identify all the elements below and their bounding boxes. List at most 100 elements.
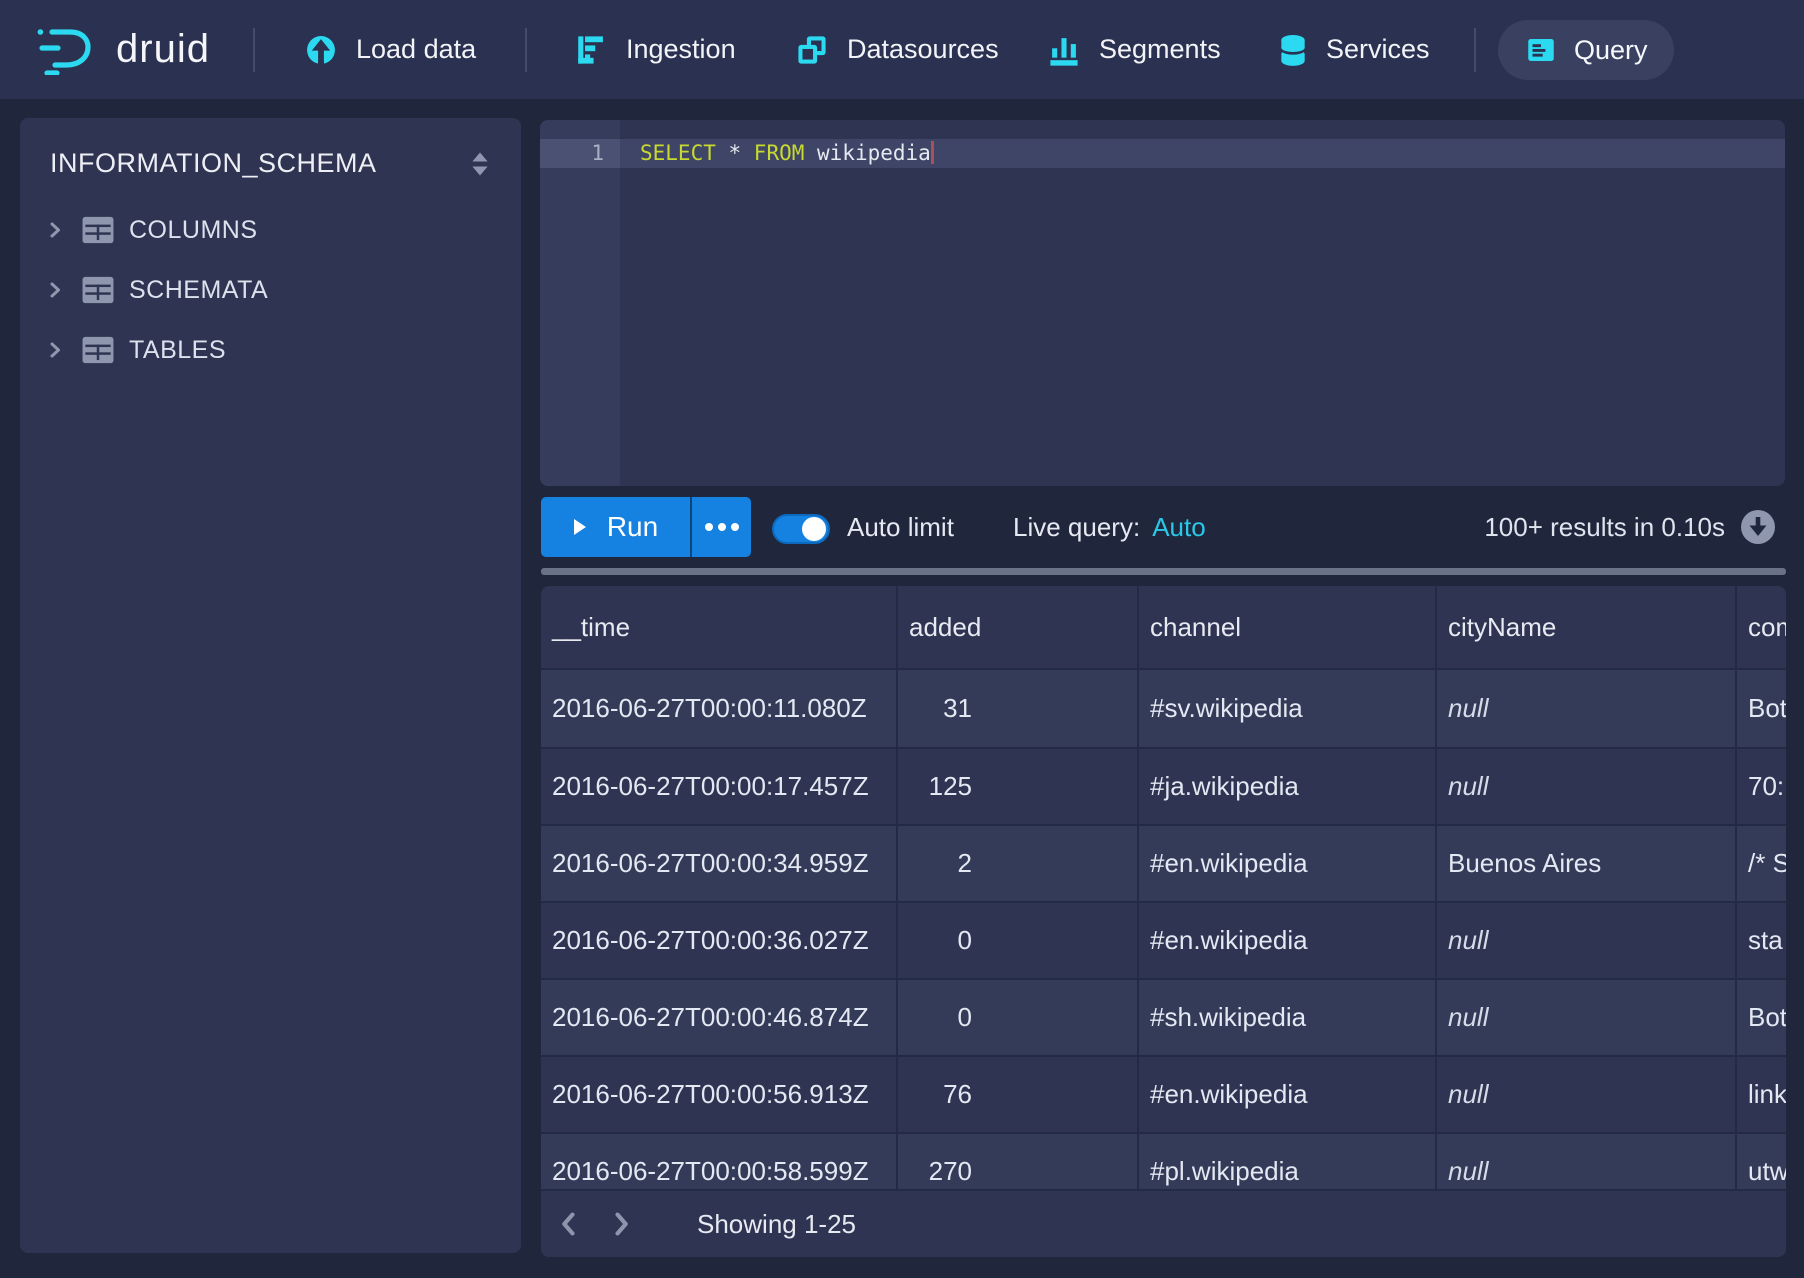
next-page-button[interactable] (599, 1202, 643, 1246)
table-row[interactable]: 2016-06-27T00:00:34.959Z 2 #en.wikipedia… (541, 824, 1786, 901)
panel-resize-handle[interactable] (541, 568, 1786, 575)
cell-time[interactable]: 2016-06-27T00:00:34.959Z (541, 826, 898, 901)
live-query-control[interactable]: Live query: Auto (1013, 497, 1206, 557)
chevron-right-icon[interactable] (45, 280, 65, 300)
cell-comment[interactable]: 70: (1737, 749, 1786, 824)
druid-logo[interactable]: druid (36, 0, 210, 99)
run-more-button[interactable] (690, 497, 751, 557)
cell-cityname[interactable]: null (1437, 670, 1737, 747)
results-table: __time added channel cityName comment 20… (541, 586, 1786, 1257)
cell-channel[interactable]: #en.wikipedia (1139, 1057, 1437, 1132)
results-body: 2016-06-27T00:00:11.080Z 31 #sv.wikipedi… (541, 670, 1786, 1209)
ingestion-icon (574, 33, 608, 67)
nav-item-services[interactable]: Services (1278, 0, 1430, 99)
auto-limit-toggle[interactable] (772, 514, 830, 544)
cell-time[interactable]: 2016-06-27T00:00:11.080Z (541, 670, 898, 747)
cell-channel[interactable]: #sv.wikipedia (1139, 670, 1437, 747)
cell-cityname[interactable]: null (1437, 903, 1737, 978)
sql-text[interactable]: SELECT * FROM wikipedia (640, 139, 934, 168)
table-row[interactable]: 2016-06-27T00:00:17.457Z 125 #ja.wikiped… (541, 747, 1786, 824)
cell-comment[interactable]: Bot (1737, 980, 1786, 1055)
cell-time[interactable]: 2016-06-27T00:00:36.027Z (541, 903, 898, 978)
cell-time[interactable]: 2016-06-27T00:00:46.874Z (541, 980, 898, 1055)
cell-added[interactable]: 2 (898, 826, 1139, 901)
column-header-comment[interactable]: comment (1737, 586, 1786, 668)
play-icon (573, 518, 587, 536)
schema-selector[interactable]: INFORMATION_SCHEMA (20, 118, 521, 203)
schema-title: INFORMATION_SCHEMA (50, 148, 377, 179)
run-split-button: Run (541, 497, 751, 557)
table-row[interactable]: 2016-06-27T00:00:36.027Z 0 #en.wikipedia… (541, 901, 1786, 978)
cell-time[interactable]: 2016-06-27T00:00:17.457Z (541, 749, 898, 824)
chevron-right-icon[interactable] (45, 340, 65, 360)
query-icon (1524, 33, 1558, 67)
cell-comment[interactable]: sta (1737, 903, 1786, 978)
cell-comment[interactable]: link (1737, 1057, 1786, 1132)
results-info: 100+ results in 0.10s (1484, 497, 1776, 557)
cell-time[interactable]: 2016-06-27T00:00:56.913Z (541, 1057, 898, 1132)
cell-added[interactable]: 125 (898, 749, 1139, 824)
segments-icon (1047, 33, 1081, 67)
cell-cityname[interactable]: Buenos Aires (1437, 826, 1737, 901)
sql-plain: * (716, 141, 754, 165)
cell-channel[interactable]: #en.wikipedia (1139, 826, 1437, 901)
chevron-right-icon[interactable] (45, 220, 65, 240)
run-button[interactable]: Run (541, 497, 690, 557)
results-header-row: __time added channel cityName comment (541, 586, 1786, 670)
cell-comment[interactable]: Bot (1737, 670, 1786, 747)
cell-channel[interactable]: #en.wikipedia (1139, 903, 1437, 978)
table-icon (81, 275, 115, 305)
sql-editor[interactable]: 1 SELECT * FROM wikipedia (540, 120, 1785, 486)
nav-item-segments[interactable]: Segments (1047, 0, 1221, 99)
nav-separator (525, 28, 527, 72)
pagination-status: Showing 1-25 (697, 1209, 856, 1240)
column-header-cityname[interactable]: cityName (1437, 586, 1737, 668)
druid-logo-icon (36, 25, 102, 75)
prev-page-button[interactable] (547, 1202, 591, 1246)
table-row[interactable]: 2016-06-27T00:00:11.080Z 31 #sv.wikipedi… (541, 670, 1786, 747)
cell-added[interactable]: 76 (898, 1057, 1139, 1132)
live-query-value[interactable]: Auto (1152, 512, 1206, 543)
cell-cityname[interactable]: null (1437, 980, 1737, 1055)
cell-channel[interactable]: #ja.wikipedia (1139, 749, 1437, 824)
query-toolbar: Run Auto limit Live query: Auto 100+ res… (541, 497, 1786, 557)
column-header-added[interactable]: added (898, 586, 1139, 668)
column-header-channel[interactable]: channel (1139, 586, 1437, 668)
sql-keyword: FROM (754, 141, 805, 165)
tree-item-tables[interactable]: TABLES (20, 320, 521, 380)
tree-item-schemata[interactable]: SCHEMATA (20, 260, 521, 320)
download-icon[interactable] (1740, 509, 1776, 545)
table-icon (81, 335, 115, 365)
datasources-icon (795, 33, 829, 67)
table-row[interactable]: 2016-06-27T00:00:56.913Z 76 #en.wikipedi… (541, 1055, 1786, 1132)
cell-added[interactable]: 31 (898, 670, 1139, 747)
cell-added[interactable]: 0 (898, 980, 1139, 1055)
auto-limit-label: Auto limit (847, 497, 954, 557)
services-icon (1278, 33, 1308, 67)
cell-channel[interactable]: #sh.wikipedia (1139, 980, 1437, 1055)
column-header-time[interactable]: __time (541, 586, 898, 668)
line-number: 1 (540, 139, 604, 168)
brand-wordmark: druid (116, 27, 210, 72)
nav-separator (253, 28, 255, 72)
tree-item-columns[interactable]: COLUMNS (20, 200, 521, 260)
schema-sidebar: INFORMATION_SCHEMA COLUMNS (20, 118, 521, 1253)
cell-added[interactable]: 0 (898, 903, 1139, 978)
cell-cityname[interactable]: null (1437, 1057, 1737, 1132)
results-footer: Showing 1-25 (541, 1189, 1786, 1257)
nav-item-query-active[interactable]: Query (1498, 20, 1674, 80)
table-row[interactable]: 2016-06-27T00:00:46.874Z 0 #sh.wikipedia… (541, 978, 1786, 1055)
nav-item-datasources[interactable]: Datasources (795, 0, 999, 99)
table-icon (81, 215, 115, 245)
nav-item-ingestion[interactable]: Ingestion (574, 0, 736, 99)
cell-comment[interactable]: /* S (1737, 826, 1786, 901)
cell-cityname[interactable]: null (1437, 749, 1737, 824)
double-caret-icon[interactable] (467, 150, 493, 178)
sql-table-name: wikipedia (804, 141, 930, 165)
nav-separator (1474, 28, 1476, 72)
schema-tree: COLUMNS SCHEMATA (20, 200, 521, 380)
upload-icon (304, 33, 338, 67)
top-nav: druid Load data Ingestion (0, 0, 1804, 99)
toggle-knob (802, 517, 826, 541)
nav-item-load-data[interactable]: Load data (304, 0, 476, 99)
